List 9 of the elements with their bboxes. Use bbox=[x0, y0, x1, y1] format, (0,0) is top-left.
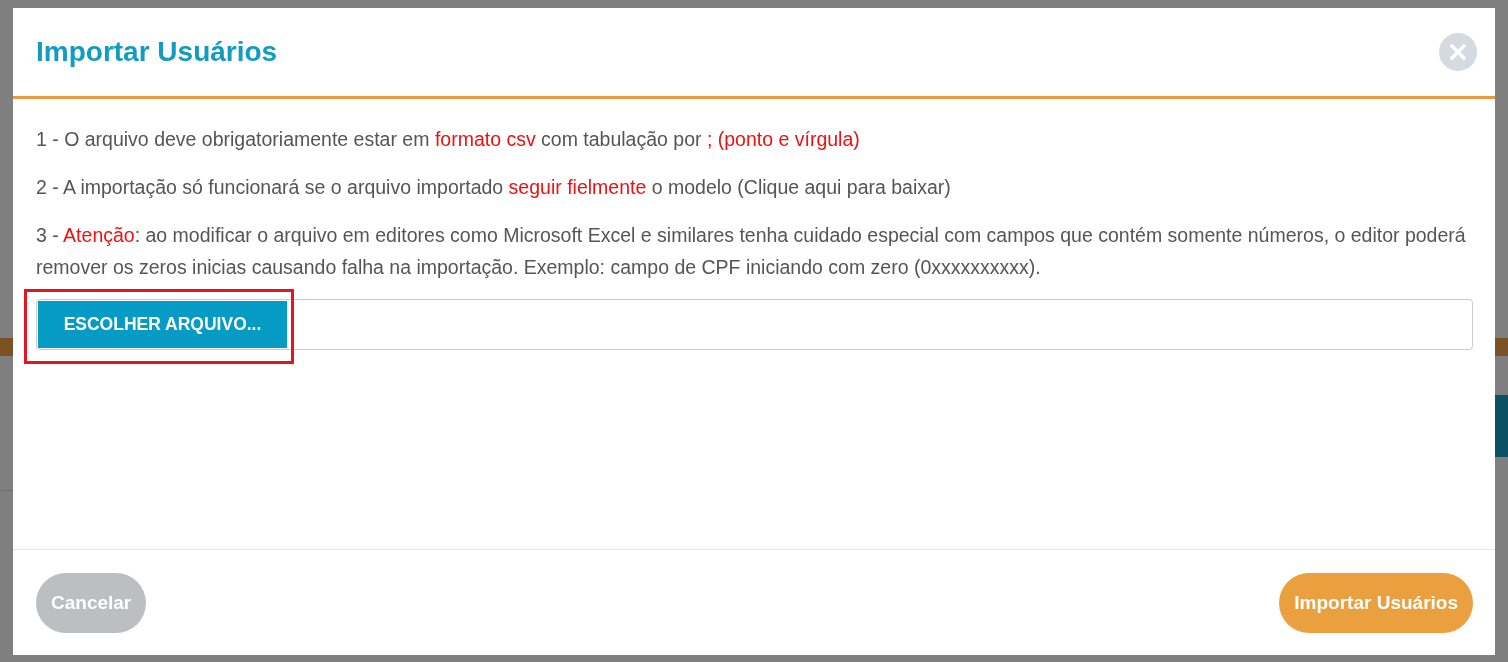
file-field[interactable]: ESCOLHER ARQUIVO... bbox=[36, 299, 1473, 350]
import-button[interactable]: Importar Usuários bbox=[1279, 572, 1473, 633]
instruction-text: 3 - Atenção: ao modificar o arquivo em editores como Microsoft Excel e similares tenha cuidado especial com campos que contém somente números, o editor poderá remover os zeros inicias causando falha na importação. Exemplo: campo de CPF iniciando com zero (0xxxxxxxxxx). bbox=[36, 223, 1467, 280]
instruction-text: 2 - A importação só funcionará se o arquivo importado seguir fielmente o modelo (Clique aqui para baixar) bbox=[36, 175, 952, 200]
close-button[interactable]: × bbox=[1439, 33, 1477, 71]
dialog-title: Importar Usuários bbox=[36, 36, 278, 68]
choose-file-button[interactable]: ESCOLHER ARQUIVO... bbox=[38, 301, 287, 348]
cancel-button[interactable]: Cancelar bbox=[36, 572, 147, 633]
instruction-text: 1 - O arquivo deve obrigatoriamente estar em formato csv com tabulação por ; (ponto e vírgula) bbox=[36, 127, 861, 152]
